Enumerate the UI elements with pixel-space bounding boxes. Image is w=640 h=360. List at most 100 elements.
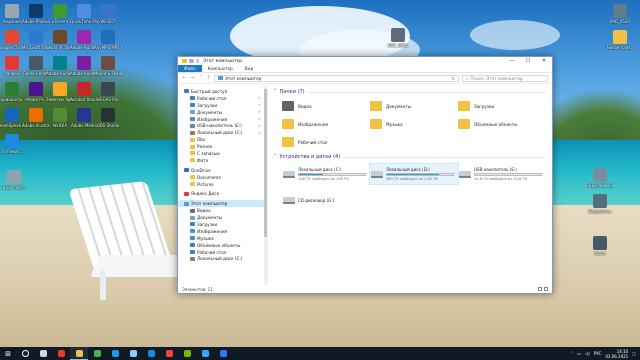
nav-item[interactable]: Музыка — [178, 235, 267, 242]
maximize-button[interactable]: ☐ — [520, 57, 536, 65]
nav-item[interactable]: Obs — [178, 136, 267, 143]
desktop-shortcut-icon[interactable]: Mount & Blade II Ba... — [94, 56, 122, 76]
nav-item[interactable]: Изображения ✔ — [178, 116, 267, 123]
close-button[interactable]: ✕ — [536, 57, 552, 65]
search-input[interactable]: ⌕ Поиск: Этот компьютер — [462, 74, 548, 82]
nav-item[interactable]: Документы — [178, 214, 267, 221]
nav-item[interactable]: USB-накопитель (E:) ✔ — [178, 122, 267, 129]
search-taskbar-button[interactable] — [16, 347, 34, 360]
nav-item[interactable]: Pictures — [178, 181, 267, 188]
desktop-file-icon[interactable]: IMG_4520 — [606, 4, 634, 24]
folder-label: Рабочий стол — [298, 139, 328, 145]
nav-item[interactable]: Рабочий стол ✔ — [178, 95, 267, 102]
folders-group-header[interactable]: ˅ Папки (7) — [274, 88, 546, 96]
desktop-file-icon[interactable]: Новая папка — [606, 30, 634, 50]
drive-item[interactable]: Локальный диск (C:) 128 ГБ свободно из 19… — [282, 164, 370, 184]
nav-item[interactable]: Загрузки — [178, 221, 267, 228]
desktop-file-icon[interactable]: Виды ярлыка — [586, 168, 614, 188]
nav-item[interactable]: Объемные объекты — [178, 242, 267, 249]
refresh-icon[interactable]: ↻ — [451, 76, 455, 81]
nav-item[interactable]: OneDrive — [178, 167, 267, 174]
folder-item[interactable]: Документы — [370, 99, 458, 113]
nav-item[interactable]: Документы ✔ — [178, 109, 267, 116]
nav-item[interactable]: Быстрый доступ — [178, 88, 267, 95]
folder-item[interactable]: Музыка — [370, 117, 458, 131]
app-icon — [101, 108, 115, 122]
folder-item[interactable]: Видео — [282, 99, 370, 113]
explorer-window[interactable]: Этот компьютер — ☐ ✕ Файл Компьютер Вид … — [177, 56, 553, 294]
folder-item[interactable]: Изображения — [282, 117, 370, 131]
scroll-thumb[interactable] — [264, 89, 267, 237]
photoshop-taskbar-button[interactable] — [196, 347, 214, 360]
navigation-pane[interactable]: Быстрый доступ Рабочий стол ✔ Загрузки ✔ Доку… — [178, 85, 268, 285]
store-taskbar-button[interactable] — [124, 347, 142, 360]
edge-taskbar-button[interactable] — [106, 347, 124, 360]
desktop-shortcut-icon[interactable]: VEGAS Pro — [94, 82, 122, 102]
nvidia-taskbar-button[interactable] — [178, 347, 196, 360]
drive-item[interactable]: Локальный диск (D:) 389 ГБ свободно из 1,… — [369, 163, 459, 185]
drive-item[interactable]: USB-накопитель (E:) 14,6 ГБ свободно из 1… — [458, 164, 546, 184]
desktop-shortcut-icon[interactable]: ВКонтакте — [0, 170, 28, 190]
teamspeak-taskbar-button[interactable] — [214, 347, 232, 360]
nav-item[interactable]: Видео — [178, 207, 267, 214]
nav-item[interactable]: Изображения — [178, 228, 267, 235]
window-titlebar[interactable]: Этот компьютер — ☐ ✕ — [178, 57, 552, 65]
nav-item[interactable]: Фото — [178, 157, 267, 164]
start-button[interactable]: ⊞ — [0, 347, 16, 360]
nav-item[interactable]: Разное — [178, 143, 267, 150]
explorer-taskbar-button[interactable] — [70, 347, 88, 360]
chevron-down-icon[interactable]: ˅ — [198, 75, 203, 81]
nav-item[interactable]: Этот компьютер — [178, 200, 267, 208]
folder-item[interactable]: Загрузки — [458, 99, 546, 113]
nav-item[interactable]: Яндекс.Диск — [178, 190, 267, 197]
up-icon[interactable]: ↑ — [206, 75, 211, 81]
chrome-taskbar-button[interactable] — [88, 347, 106, 360]
nav-item[interactable]: С записью — [178, 150, 267, 157]
network-icon[interactable]: ▭ — [577, 351, 581, 356]
desktop-shortcut-icon[interactable]: AnyMP4 MP4 Converter — [94, 30, 122, 50]
chevron-down-icon[interactable] — [196, 59, 199, 63]
nav-item[interactable]: Локальный диск (C:) ✔ — [178, 129, 267, 136]
tab-file[interactable]: Файл — [178, 65, 202, 72]
opera-taskbar-button[interactable] — [52, 347, 70, 360]
desktop-file-icon[interactable]: Ведомость — [586, 194, 614, 214]
yandex-taskbar-button[interactable] — [160, 347, 178, 360]
tab-computer[interactable]: Компьютер — [202, 65, 239, 72]
tab-view[interactable]: Вид — [239, 65, 260, 72]
mail-taskbar-button[interactable] — [142, 347, 160, 360]
content-pane[interactable]: ˅ Папки (7) Видео Документы Загрузки Изобра… — [268, 85, 552, 285]
notifications-icon[interactable]: ▢ — [632, 351, 636, 356]
desktop-file-icon[interactable]: Фото — [586, 236, 614, 256]
nav-item[interactable]: Рабочий стол — [178, 249, 267, 256]
yandex-icon — [165, 350, 173, 357]
language-indicator[interactable]: РУС — [594, 351, 602, 356]
quick-access-icon[interactable] — [189, 59, 194, 63]
back-icon[interactable]: ← — [182, 75, 187, 81]
computer-icon — [218, 76, 223, 80]
desktop-shortcut-icon[interactable]: WinSCP — [94, 4, 122, 24]
volume-icon[interactable]: ◁) — [585, 351, 590, 356]
nav-item[interactable]: Локальный диск (C:) — [178, 255, 267, 262]
chevron-up-icon[interactable]: ˄ — [571, 351, 573, 356]
tiles-view-icon[interactable] — [544, 287, 548, 291]
nav-item[interactable]: Documents — [178, 174, 267, 181]
clock[interactable]: 14:10 03.06.2021 — [605, 349, 628, 359]
desktop-file-icon[interactable]: ARC_0451 — [384, 28, 412, 48]
nav-item[interactable]: Загрузки ✔ — [178, 102, 267, 109]
folders-group-title: Папки (7) — [279, 89, 305, 95]
forward-icon[interactable]: → — [190, 75, 195, 81]
drive-item[interactable]: CD-дисковод (G:) — [282, 190, 370, 210]
drives-group-header[interactable]: ˅ Устройства и диски (4) — [274, 153, 546, 161]
minimize-button[interactable]: — — [504, 57, 520, 65]
chevron-down-icon[interactable]: ˅ — [274, 154, 277, 160]
desktop-shortcut-icon[interactable]: Оптимиз... — [0, 134, 26, 154]
details-view-icon[interactable] — [538, 287, 542, 291]
folder-item[interactable]: Объемные объекты — [458, 117, 546, 131]
chevron-down-icon[interactable]: ˅ — [274, 89, 277, 95]
desktop-shortcut-icon[interactable]: OBS Studio — [94, 108, 122, 128]
address-bar[interactable]: Этот компьютер ↻ — [214, 74, 459, 82]
task-view-taskbar-button[interactable] — [34, 347, 52, 360]
nav-scrollbar[interactable] — [264, 85, 267, 285]
drive-usage-bar — [386, 173, 454, 176]
folder-item[interactable]: Рабочий стол — [282, 135, 370, 149]
